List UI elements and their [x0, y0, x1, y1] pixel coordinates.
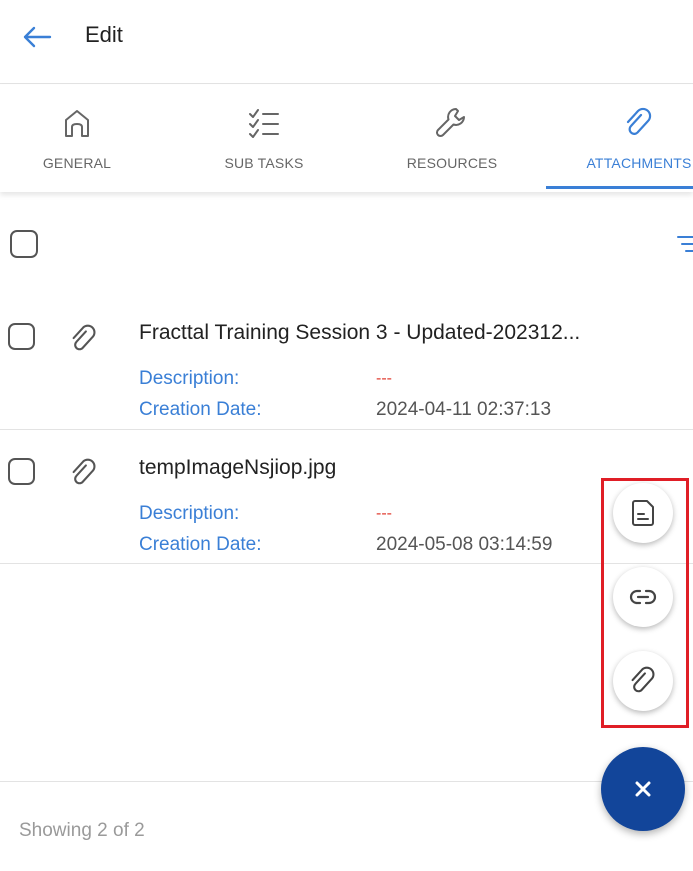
- tab-attachments[interactable]: ATTACHMENTS: [549, 85, 693, 192]
- tab-general-label: GENERAL: [42, 155, 112, 171]
- pagination-count: Showing 2 of 2: [19, 820, 145, 841]
- description-label: Description:: [139, 503, 240, 524]
- attachment-title: tempImageNsjiop.jpg: [139, 456, 337, 479]
- close-icon: [635, 781, 651, 797]
- row-checkbox[interactable]: [8, 458, 35, 485]
- paperclip-icon: [72, 324, 96, 351]
- tab-resources-label: RESOURCES: [406, 155, 498, 171]
- creation-date-value: 2024-05-08 03:14:59: [376, 534, 553, 555]
- document-icon: [632, 500, 654, 526]
- tab-bar: GENERAL SUB TASKS RESOURCES ATTACHMENTS: [0, 85, 693, 192]
- add-attachment-button[interactable]: [613, 651, 673, 711]
- select-all-checkbox[interactable]: [10, 230, 38, 258]
- add-link-button[interactable]: [613, 567, 673, 627]
- list-footer: Showing 2 of 2: [0, 781, 693, 871]
- tab-sub-tasks-label: SUB TASKS: [224, 155, 304, 171]
- arrow-left-icon: [23, 26, 52, 48]
- row-checkbox[interactable]: [8, 323, 35, 350]
- tab-general[interactable]: GENERAL: [0, 85, 167, 192]
- tab-resources[interactable]: RESOURCES: [362, 85, 542, 192]
- description-value: ---: [376, 505, 392, 522]
- add-document-button[interactable]: [613, 483, 673, 543]
- app-header: Edit: [0, 0, 693, 84]
- paperclip-icon: [626, 107, 652, 135]
- home-icon: [65, 110, 89, 137]
- attachment-title: Fracttal Training Session 3 - Updated-20…: [139, 321, 581, 344]
- tab-sub-tasks[interactable]: SUB TASKS: [174, 85, 354, 192]
- creation-date-label: Creation Date:: [139, 399, 262, 420]
- description-value: ---: [376, 370, 392, 387]
- filter-icon: [677, 236, 693, 252]
- description-label: Description:: [139, 368, 240, 389]
- creation-date-value: 2024-04-11 02:37:13: [376, 399, 552, 420]
- attachment-row[interactable]: tempImageNsjiop.jpg Description: --- Cre…: [0, 430, 693, 564]
- paperclip-icon: [72, 458, 96, 485]
- tab-attachments-label: ATTACHMENTS: [586, 155, 692, 171]
- link-icon: [629, 589, 657, 605]
- page-title: Edit: [85, 22, 123, 47]
- paperclip-icon: [631, 666, 655, 693]
- creation-date-label: Creation Date:: [139, 534, 262, 555]
- active-tab-indicator: [546, 186, 693, 189]
- back-button[interactable]: [18, 20, 56, 54]
- wrench-icon: [435, 108, 465, 138]
- attachment-row[interactable]: Fracttal Training Session 3 - Updated-20…: [0, 296, 693, 430]
- close-fab-button[interactable]: [601, 747, 685, 831]
- filter-button[interactable]: [676, 233, 693, 255]
- checklist-icon: [249, 109, 279, 138]
